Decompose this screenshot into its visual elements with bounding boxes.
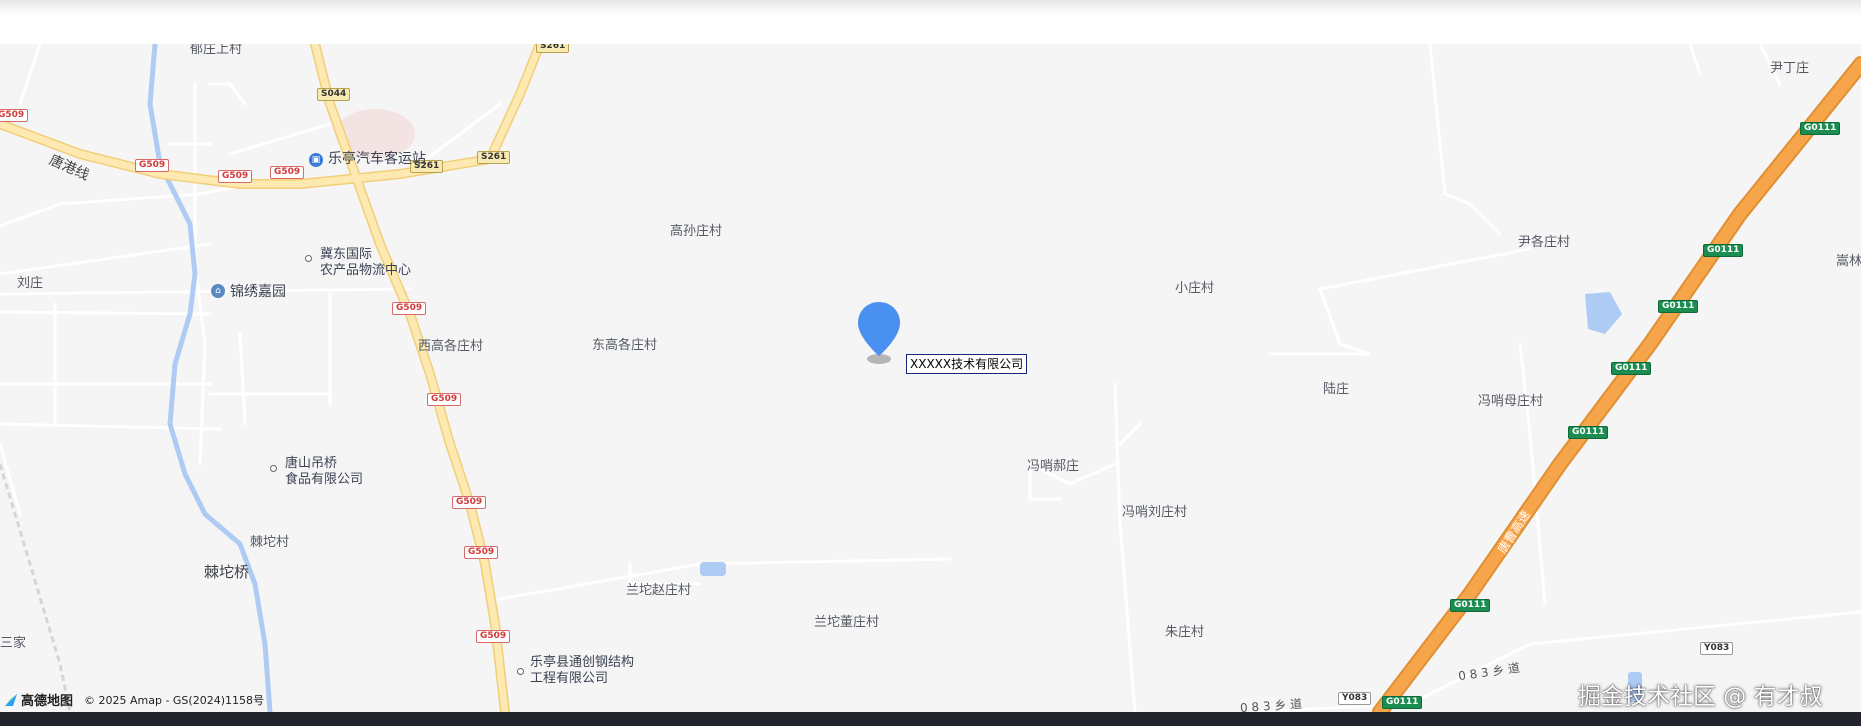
map-pin-icon[interactable] [856,300,902,366]
place-label[interactable]: 陆庄 [1323,382,1349,398]
place-label[interactable]: 兰坨赵庄村 [626,583,691,599]
place-label[interactable]: 高孙庄村 [670,224,722,240]
place-label[interactable]: 嵩林 [1836,254,1861,270]
route-shield-y083: Y083 [1700,642,1734,655]
route-shield-g509: G509 [452,496,487,509]
residential-icon: ⌂ [211,284,225,298]
route-shield-g0111: G0111 [1800,122,1841,135]
bottom-bar [0,712,1861,726]
poi-label-bus-station[interactable]: 乐亭汽车客运站 [328,151,426,167]
amap-logo-icon [5,693,17,706]
poi-dot-icon [305,255,312,262]
route-shield-g509: G509 [427,393,462,406]
place-label[interactable]: 朱庄村 [1165,625,1204,641]
poi-dot-icon [270,465,277,472]
amap-logo[interactable]: 高德地图 [4,690,73,709]
route-shield-s044: S044 [317,88,351,101]
route-shield-g0111: G0111 [1450,599,1491,612]
marker-label[interactable]: XXXXX技术有限公司 [906,354,1028,374]
place-label[interactable]: 冯哨刘庄村 [1122,505,1187,521]
map-canvas[interactable]: S261 S044 S261 S261 G509 G509 G509 G509 … [0,44,1861,712]
place-label[interactable]: 东高各庄村 [592,338,657,354]
place-label[interactable]: 冯哨母庄村 [1478,394,1543,410]
poi-label[interactable]: 食品有限公司 [285,472,363,488]
route-shield-s261: S261 [536,44,570,53]
route-shield-g0111: G0111 [1611,362,1652,375]
map-base-layer [0,44,1861,712]
poi-label[interactable]: 工程有限公司 [530,671,608,687]
route-shield-g509: G509 [270,166,305,179]
bus-station-icon: ▣ [309,153,323,167]
poi-label[interactable]: 农产品物流中心 [320,263,411,279]
route-shield-g0111: G0111 [1382,696,1423,709]
place-label[interactable]: 尹各庄村 [1518,235,1570,251]
amap-logo-text: 高德地图 [21,694,74,709]
place-label[interactable]: 小庄村 [1175,281,1214,297]
route-shield-g0111: G0111 [1568,426,1609,439]
route-shield-g509: G509 [464,546,499,559]
poi-label[interactable]: 锦绣嘉园 [230,284,286,300]
route-shield-s261: S261 [477,151,511,164]
place-label[interactable]: 郁庄上村 [190,44,242,58]
poi-dot-icon [517,668,524,675]
place-label[interactable]: 冯哨郝庄 [1027,459,1079,475]
watermark: 掘金技术社区 @ 有才叔 [1578,684,1823,710]
place-label[interactable]: 棘坨桥 [204,564,249,580]
route-shield-g0111: G0111 [1703,244,1744,257]
place-label[interactable]: 尹丁庄 [1770,61,1809,77]
route-shield-y083: Y083 [1338,692,1372,705]
place-label[interactable]: 刘庄 [17,276,43,292]
route-shield-g0111: G0111 [1658,300,1699,313]
route-shield-g509: G509 [476,630,511,643]
route-shield-g509: G509 [135,159,170,172]
poi-label[interactable]: 乐亭县通创钢结构 [530,655,634,671]
place-label[interactable]: 棘坨村 [250,535,289,551]
top-bar [0,0,1861,44]
poi-label[interactable]: 唐山吊桥 [285,456,337,472]
poi-label[interactable]: 冀东国际 [320,247,372,263]
map-copyright: © 2025 Amap - GS(2024)1158号 [84,694,264,707]
place-label[interactable]: 西高各庄村 [418,339,483,355]
route-shield-g509: G509 [0,109,29,122]
place-label[interactable]: 兰坨董庄村 [814,615,879,631]
place-label[interactable]: 三家 [0,636,26,652]
route-shield-g509: G509 [218,170,253,183]
route-shield-g509: G509 [392,302,427,315]
